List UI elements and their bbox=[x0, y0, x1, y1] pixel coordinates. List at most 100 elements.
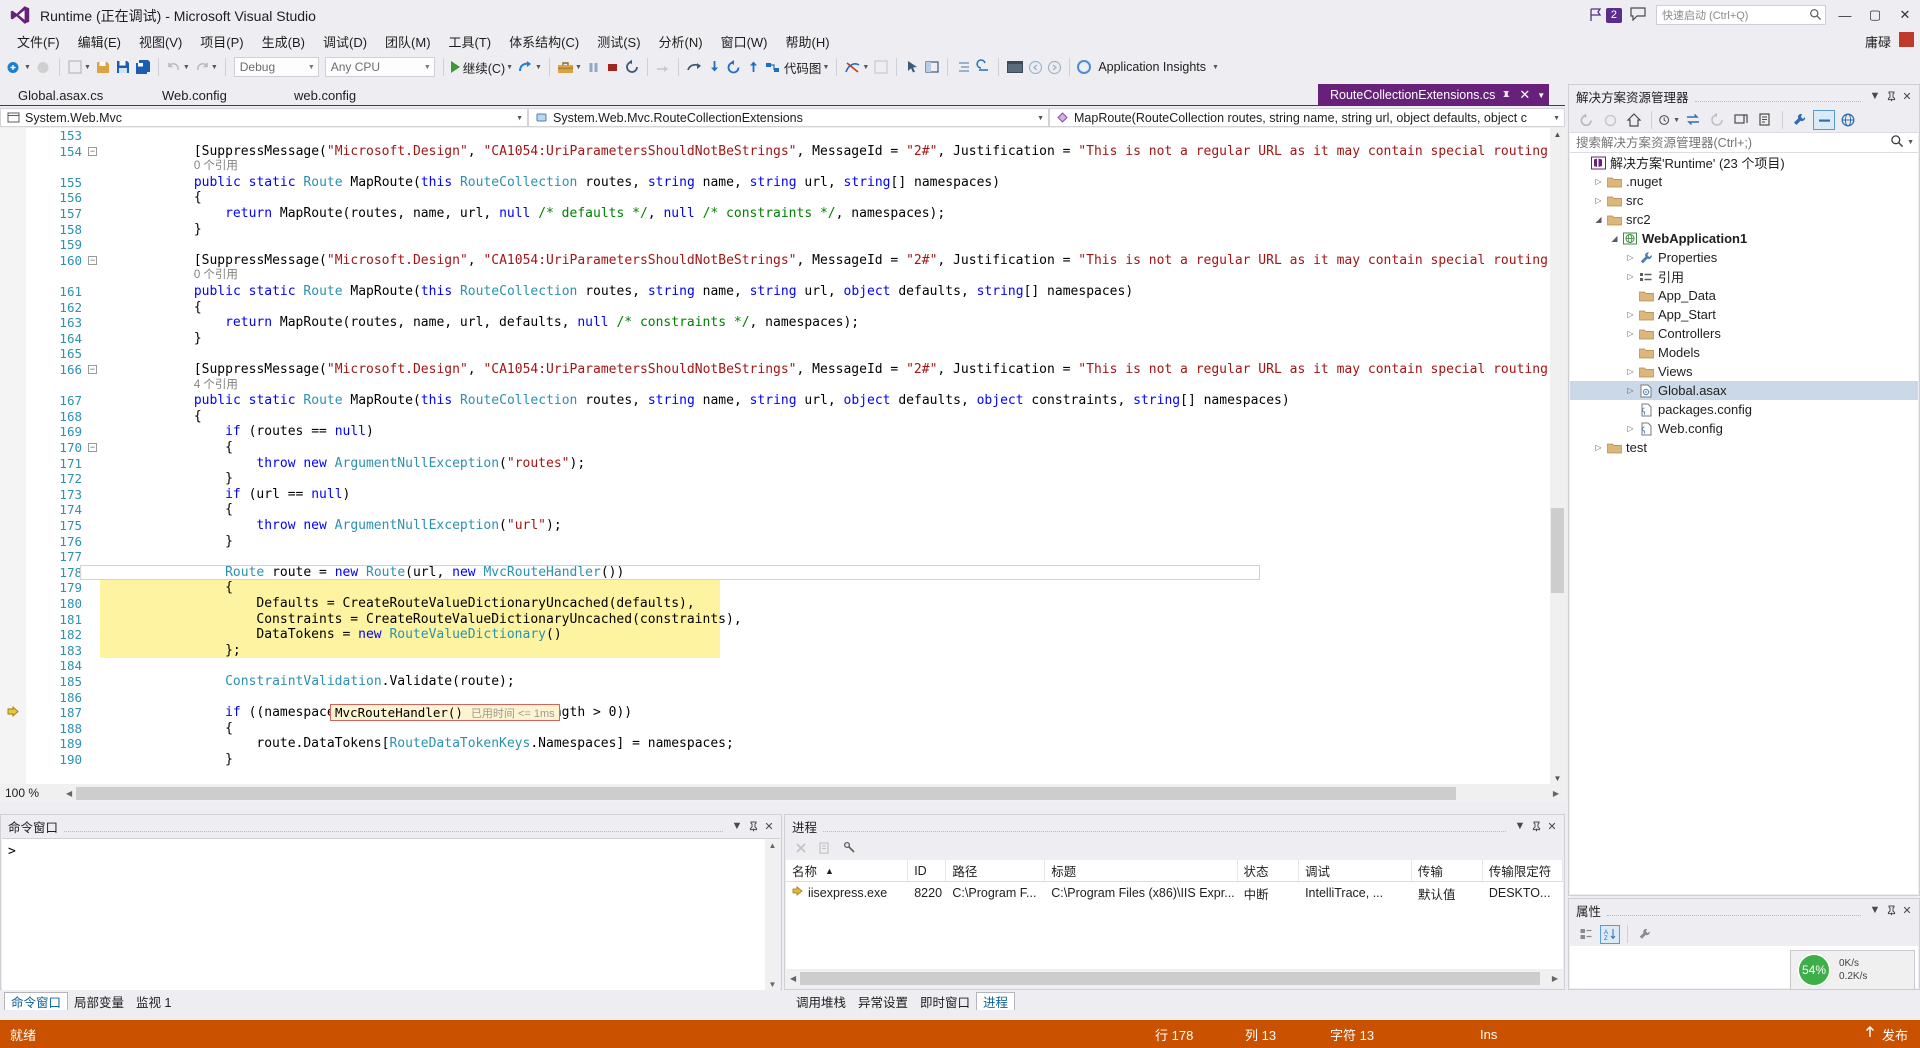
terminate-process-icon[interactable] bbox=[818, 841, 832, 858]
menu-item-5[interactable]: 调试(D) bbox=[314, 30, 376, 53]
solution-tree-node[interactable]: ▷ App_Start bbox=[1570, 305, 1918, 324]
chevron-down-icon[interactable]: ▼ bbox=[1867, 88, 1883, 104]
nav-back-button[interactable] bbox=[1026, 55, 1045, 79]
chevron-down-icon[interactable]: ◢ bbox=[1608, 234, 1621, 243]
solution-tree-node[interactable]: ▷ Web.config bbox=[1570, 419, 1918, 438]
pin-icon[interactable] bbox=[1883, 88, 1899, 104]
step-up-button[interactable] bbox=[744, 55, 763, 79]
code-line[interactable]: Defaults = CreateRouteValueDictionaryUnc… bbox=[256, 596, 694, 612]
home-icon[interactable] bbox=[1623, 110, 1645, 130]
code-line[interactable]: return MapRoute(routes, name, url, null … bbox=[225, 206, 945, 222]
continue-button[interactable]: 继续(C) ▼ bbox=[449, 55, 515, 79]
codelens-reference-count[interactable]: 0 个引用 bbox=[194, 269, 238, 282]
code-line[interactable]: if (url == null) bbox=[225, 487, 350, 503]
close-icon[interactable]: ✕ bbox=[761, 818, 777, 834]
refresh-icon[interactable] bbox=[1706, 110, 1728, 130]
show-all-files-icon[interactable] bbox=[1754, 110, 1776, 130]
solution-configuration-combo[interactable]: Debug ▼ bbox=[233, 57, 319, 77]
solution-tree-node[interactable]: ▷ Controllers bbox=[1570, 324, 1918, 343]
code-line[interactable]: Constraints = CreateRouteValueDictionary… bbox=[256, 612, 741, 628]
chevron-right-icon[interactable]: ▷ bbox=[1624, 253, 1637, 262]
solution-tree-node[interactable]: ▷ src bbox=[1570, 191, 1918, 210]
code-line[interactable]: { bbox=[225, 502, 233, 518]
dock-tab-left-1[interactable]: 局部变量 bbox=[68, 992, 130, 1011]
solution-tree-node[interactable]: Models bbox=[1570, 343, 1918, 362]
code-line[interactable]: } bbox=[194, 331, 202, 347]
menu-item-6[interactable]: 团队(M) bbox=[376, 30, 440, 53]
editor-vertical-scrollbar[interactable]: ▲ ▼ bbox=[1550, 128, 1565, 788]
pin-icon[interactable] bbox=[1501, 88, 1512, 102]
chevron-right-icon[interactable]: ▷ bbox=[1624, 424, 1637, 433]
undo-button[interactable]: ▼ bbox=[164, 55, 192, 79]
collapse-all-icon[interactable] bbox=[1730, 110, 1752, 130]
step-over-button[interactable] bbox=[705, 55, 724, 79]
save-selected-items-icon[interactable] bbox=[93, 55, 113, 79]
save-all-icon[interactable] bbox=[133, 55, 153, 79]
close-icon[interactable]: ✕ bbox=[1544, 818, 1560, 834]
code-text-area[interactable]: [SuppressMessage("Microsoft.Design", "CA… bbox=[80, 128, 1565, 788]
scroll-right-arrow-icon[interactable]: ▶ bbox=[1553, 789, 1559, 798]
menu-item-3[interactable]: 项目(P) bbox=[191, 30, 252, 53]
attach-to-process-button[interactable]: ▼ bbox=[515, 55, 544, 79]
minimize-button[interactable]: — bbox=[1830, 1, 1860, 29]
navbar-member-combo[interactable]: MapRoute(RouteCollection routes, string … bbox=[1049, 108, 1565, 127]
vertical-scroll-thumb[interactable] bbox=[1551, 508, 1564, 593]
detach-process-icon[interactable] bbox=[794, 841, 808, 858]
process-column-header[interactable]: 传输 bbox=[1412, 860, 1483, 881]
dock-tab-left-0[interactable]: 命令窗口 bbox=[4, 992, 69, 1010]
show-next-statement-button[interactable] bbox=[653, 55, 673, 79]
forward-icon[interactable] bbox=[1599, 110, 1621, 130]
new-project-button[interactable]: ▼ bbox=[4, 55, 33, 79]
back-icon[interactable] bbox=[1575, 110, 1597, 130]
toolbox-icon[interactable]: ▼ bbox=[555, 55, 584, 79]
chevron-right-icon[interactable]: ▷ bbox=[1624, 329, 1637, 338]
code-line[interactable]: [SuppressMessage("Microsoft.Design", "CA… bbox=[194, 253, 1565, 269]
solution-tree-node[interactable]: ◢ WebApplication1 bbox=[1570, 229, 1918, 248]
indent-button[interactable] bbox=[953, 55, 973, 79]
menu-item-8[interactable]: 体系结构(C) bbox=[500, 30, 588, 53]
menu-item-4[interactable]: 生成(B) bbox=[253, 30, 314, 53]
solution-explorer-search-input[interactable] bbox=[1574, 134, 1891, 151]
command-window-scrollbar[interactable]: ▲ ▼ bbox=[765, 839, 780, 991]
process-column-header[interactable]: ID bbox=[908, 860, 947, 881]
chevron-down-icon[interactable]: ◢ bbox=[1592, 215, 1605, 224]
code-line[interactable]: [SuppressMessage("Microsoft.Design", "CA… bbox=[194, 144, 1565, 160]
attach-icon[interactable] bbox=[842, 840, 857, 858]
dock-tab-left-2[interactable]: 监视 1 bbox=[130, 992, 177, 1011]
outlining-collapse-box[interactable]: − bbox=[88, 365, 97, 374]
code-line[interactable]: { bbox=[225, 580, 233, 596]
redo-button[interactable]: ▼ bbox=[192, 55, 220, 79]
menu-item-1[interactable]: 编辑(E) bbox=[69, 30, 130, 53]
code-line[interactable]: if (routes == null) bbox=[225, 424, 374, 440]
close-icon[interactable]: ✕ bbox=[1899, 902, 1915, 918]
solution-tree-node[interactable]: ▷ Global.asax bbox=[1570, 381, 1918, 400]
code-line[interactable]: public static Route MapRoute(this RouteC… bbox=[194, 393, 1290, 409]
close-icon[interactable]: ✕ bbox=[1899, 88, 1915, 104]
solution-tree-node[interactable]: ▷ Views bbox=[1570, 362, 1918, 381]
view-in-browser-icon[interactable] bbox=[1837, 110, 1859, 130]
user-name[interactable]: 庸碌 bbox=[1865, 32, 1891, 51]
chevron-right-icon[interactable]: ▷ bbox=[1624, 367, 1637, 376]
solution-platform-combo[interactable]: Any CPU ▼ bbox=[324, 57, 435, 77]
close-icon[interactable]: ✕ bbox=[1519, 87, 1530, 103]
document-tab-0[interactable]: Global.asax.cs bbox=[6, 84, 115, 106]
solution-tree-node[interactable]: ▷ .nuget bbox=[1570, 172, 1918, 191]
code-line[interactable]: [SuppressMessage("Microsoft.Design", "CA… bbox=[194, 362, 1565, 378]
menu-item-7[interactable]: 工具(T) bbox=[440, 30, 501, 53]
outlining-margin[interactable]: − − − − bbox=[86, 128, 100, 788]
properties-page-icon[interactable] bbox=[1635, 925, 1655, 944]
performance-tip[interactable]: 54% 0K/s 0.2K/s bbox=[1790, 950, 1915, 990]
scroll-up-arrow-icon[interactable]: ▲ bbox=[1551, 130, 1564, 142]
process-column-header[interactable]: 名称 ▲ bbox=[786, 860, 909, 881]
feedback-icon[interactable] bbox=[1630, 6, 1646, 24]
menu-item-12[interactable]: 帮助(H) bbox=[777, 30, 839, 53]
solution-explorer-tree[interactable]: 解决方案'Runtime' (23 个项目) ▷ .nuget ▷ src ◢ src2 ◢ W… bbox=[1570, 153, 1918, 894]
command-window-body[interactable]: > ▲ ▼ bbox=[2, 838, 780, 991]
step-out-button[interactable] bbox=[724, 55, 744, 79]
solution-tree-node[interactable]: ▷ Properties bbox=[1570, 248, 1918, 267]
menu-item-11[interactable]: 窗口(W) bbox=[712, 30, 777, 53]
scroll-left-arrow-icon[interactable]: ◀ bbox=[66, 789, 72, 798]
nav-forward-button[interactable] bbox=[1045, 55, 1064, 79]
chevron-down-icon[interactable]: ▼ bbox=[1512, 818, 1528, 834]
status-publish[interactable]: 发布 bbox=[1864, 1025, 1908, 1044]
